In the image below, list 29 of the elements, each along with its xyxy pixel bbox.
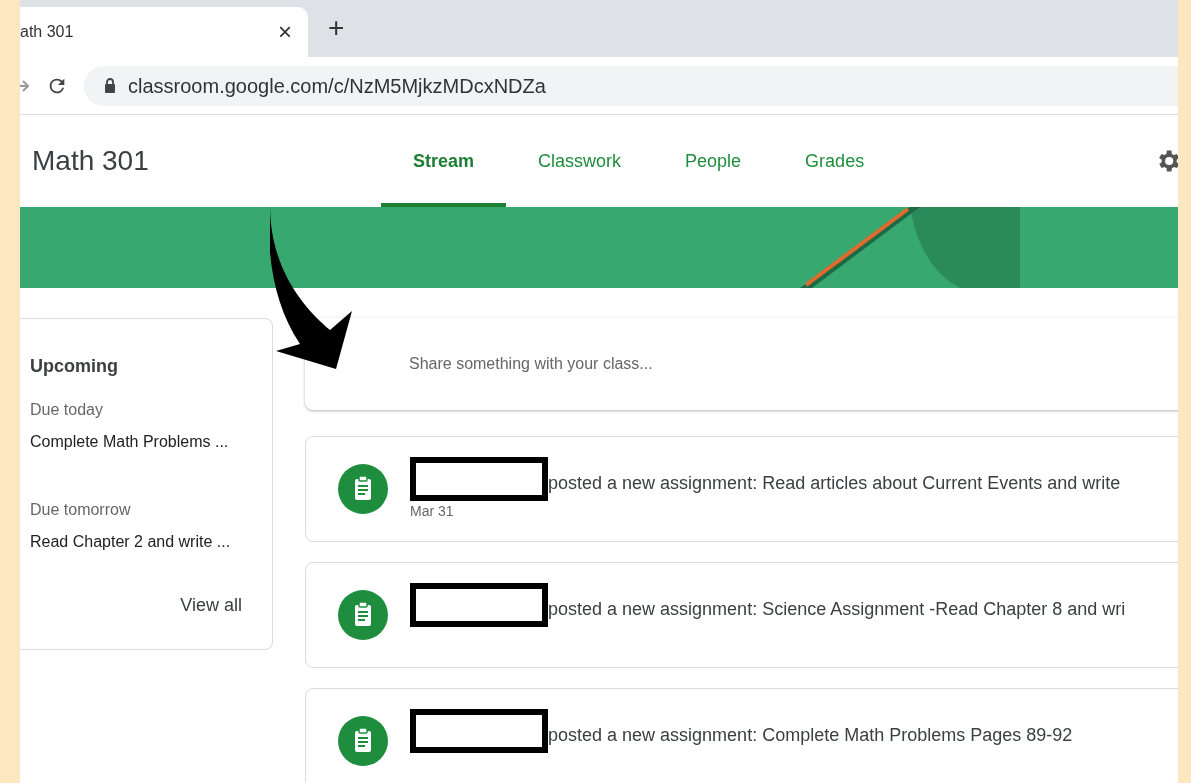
- post-card[interactable]: posted a new assignment: Complete Math Problems Pages 89-92: [305, 688, 1178, 783]
- post-date: Mar 31: [410, 501, 455, 521]
- class-title: Math 301: [32, 144, 150, 178]
- browser-tab[interactable]: ath 301 ×: [20, 7, 308, 57]
- post-text: posted a new assignment: Science Assignment -Read Chapter 8 and wri: [548, 598, 1126, 621]
- due-label: Due today: [30, 400, 104, 420]
- post-text: posted a new assignment: Read articles about Current Events and write: [548, 471, 1121, 495]
- share-box[interactable]: Share something with your class...: [305, 318, 1178, 410]
- nav-tab[interactable]: People: [653, 115, 774, 207]
- url-text: classroom.google.com/c/NzM5MjkzMDcxNDZa: [128, 73, 546, 99]
- assignment-link[interactable]: Complete Math Problems ...: [30, 430, 242, 454]
- new-tab-button[interactable]: +: [328, 7, 345, 49]
- nav-tab[interactable]: Classwork: [506, 115, 654, 207]
- tab-title: ath 301: [20, 22, 74, 42]
- assignment-icon: [338, 464, 388, 514]
- lock-icon: [104, 78, 116, 93]
- post-card[interactable]: posted a new assignment: Science Assignment -Read Chapter 8 and wri: [305, 562, 1178, 668]
- assignment-link[interactable]: Read Chapter 2 and write ...: [30, 530, 242, 554]
- address-bar[interactable]: classroom.google.com/c/NzM5MjkzMDcxNDZa: [84, 65, 1178, 106]
- close-icon[interactable]: ×: [278, 14, 292, 50]
- assignment-icon: [338, 716, 388, 766]
- post-text: posted a new assignment: Complete Math Problems Pages 89-92: [548, 724, 1073, 747]
- post-card[interactable]: posted a new assignment: Read articles about Current Events and write Mar 31: [305, 436, 1178, 542]
- view-all-link[interactable]: View all: [180, 592, 242, 619]
- upcoming-title: Upcoming: [30, 355, 119, 378]
- share-placeholder: Share something with your class...: [409, 354, 653, 374]
- due-label: Due tomorrow: [30, 500, 132, 520]
- nav-tab[interactable]: Grades: [773, 115, 897, 207]
- assignment-icon: [338, 590, 388, 640]
